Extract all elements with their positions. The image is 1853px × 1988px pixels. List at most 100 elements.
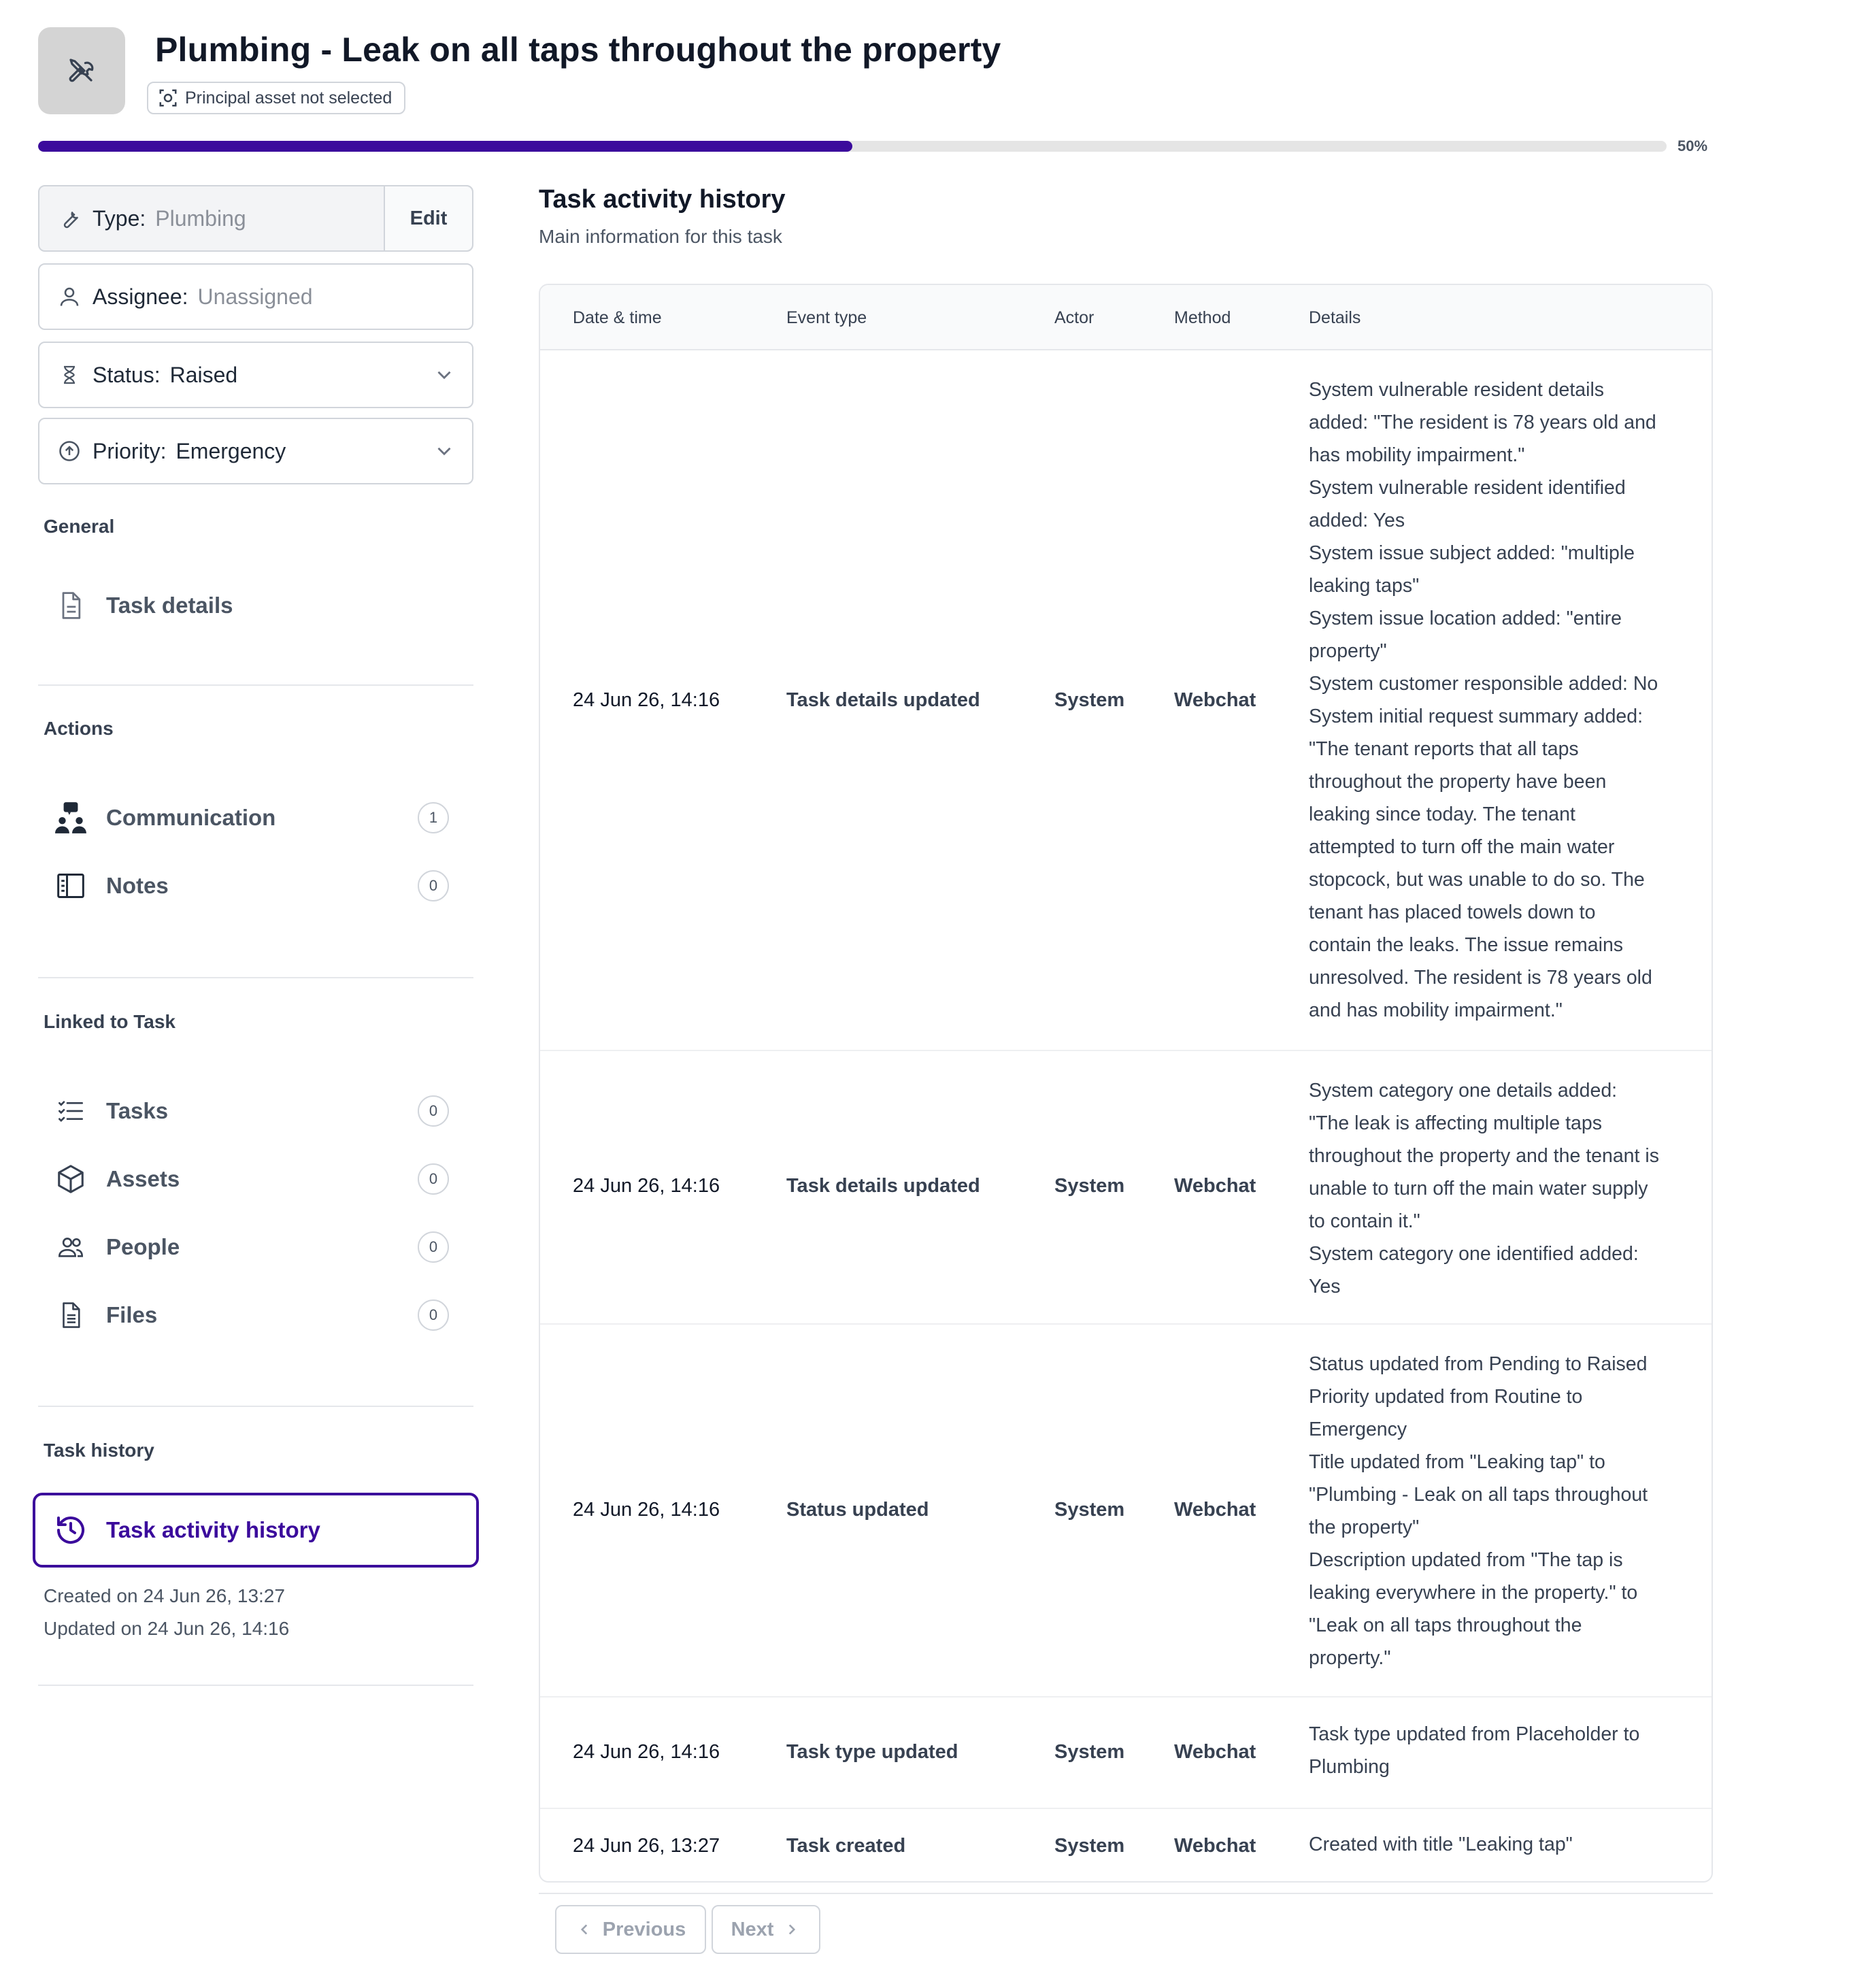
sidebar-item-people[interactable]: People 0 bbox=[38, 1220, 473, 1274]
details-line: Description updated from "The tap is bbox=[1309, 1549, 1623, 1571]
section-title-linked: Linked to Task bbox=[44, 1011, 176, 1032]
previous-label: Previous bbox=[602, 1918, 686, 1940]
created-on-text: Created on 24 Jun 26, 13:27 bbox=[44, 1585, 285, 1606]
details-line: throughout the property and the tenant i… bbox=[1309, 1145, 1659, 1167]
cell-method: Webchat bbox=[1174, 1175, 1256, 1197]
sidebar-divider bbox=[38, 1685, 473, 1686]
sidebar-item-label: Files bbox=[106, 1302, 158, 1327]
details-line: Priority updated from Routine to bbox=[1309, 1386, 1583, 1408]
sidebar-item-tasks[interactable]: Tasks 0 bbox=[38, 1084, 473, 1138]
task-progress-bar bbox=[38, 141, 1667, 152]
progress-percent-label: 50% bbox=[1677, 137, 1708, 154]
cell-details: System category one details added: "The l… bbox=[1309, 1074, 1697, 1303]
cell-method: Webchat bbox=[1174, 1741, 1256, 1763]
task-progress-fill bbox=[38, 141, 852, 152]
user-icon bbox=[56, 283, 83, 310]
updated-on-text: Updated on 24 Jun 26, 14:16 bbox=[44, 1618, 290, 1639]
status-select[interactable]: Status: Raised bbox=[38, 342, 473, 408]
next-label: Next bbox=[731, 1918, 774, 1940]
hourglass-icon bbox=[56, 361, 83, 388]
details-line: leaking everywhere in the property." to bbox=[1309, 1582, 1638, 1604]
count-badge: 0 bbox=[418, 1299, 449, 1331]
cell-details: Task type updated from Placeholder to Plu… bbox=[1309, 1718, 1697, 1783]
sidebar-item-label: People bbox=[106, 1234, 180, 1259]
cell-actor: System bbox=[1054, 689, 1125, 711]
priority-select[interactable]: Priority: Emergency bbox=[38, 418, 473, 484]
task-type-icon-box bbox=[38, 27, 125, 114]
sidebar-item-notes[interactable]: Notes 0 bbox=[38, 859, 473, 913]
previous-page-button[interactable]: Previous bbox=[555, 1905, 706, 1954]
count-badge: 0 bbox=[418, 1163, 449, 1195]
column-header-actor: Actor bbox=[1054, 308, 1095, 327]
sidebar-item-task-details[interactable]: Task details bbox=[38, 578, 473, 633]
cell-actor: System bbox=[1054, 1499, 1125, 1521]
cell-date: 24 Jun 26, 14:16 bbox=[573, 689, 720, 711]
sidebar-item-communication[interactable]: Communication 1 bbox=[38, 791, 473, 845]
wrench-icon bbox=[56, 205, 83, 232]
cell-method: Webchat bbox=[1174, 1835, 1256, 1857]
asset-pill-label: Principal asset not selected bbox=[185, 88, 393, 107]
column-header-details: Details bbox=[1309, 308, 1361, 327]
count-badge: 0 bbox=[418, 870, 449, 901]
tools-icon bbox=[69, 59, 94, 82]
details-line: "Plumbing - Leak on all taps throughout bbox=[1309, 1484, 1648, 1506]
sidebar-item-assets[interactable]: Assets 0 bbox=[38, 1152, 473, 1206]
sidebar-divider bbox=[38, 977, 473, 978]
cell-actor: System bbox=[1054, 1175, 1125, 1197]
notes-icon bbox=[53, 868, 88, 904]
details-line: Plumbing bbox=[1309, 1756, 1390, 1778]
sidebar-divider bbox=[38, 684, 473, 686]
sidebar-item-label: Task details bbox=[106, 593, 233, 618]
details-line: property." bbox=[1309, 1647, 1391, 1669]
sidebar-item-label: Tasks bbox=[106, 1098, 169, 1123]
cell-method: Webchat bbox=[1174, 689, 1256, 711]
details-line: System vulnerable resident identified bbox=[1309, 477, 1626, 499]
details-line: and has mobility impairment." bbox=[1309, 999, 1563, 1021]
details-line: leaking taps" bbox=[1309, 575, 1420, 597]
details-line: unable to turn off the main water supply bbox=[1309, 1178, 1648, 1199]
count-badge: 0 bbox=[418, 1095, 449, 1127]
cell-event-type: Task details updated bbox=[786, 689, 980, 711]
edit-type-button[interactable]: Edit bbox=[384, 186, 472, 250]
cell-event-type: Task created bbox=[786, 1835, 906, 1857]
arrow-up-circle-icon bbox=[56, 437, 83, 465]
sidebar-item-label: Task activity history bbox=[106, 1517, 320, 1542]
cell-date: 24 Jun 26, 14:16 bbox=[573, 1175, 720, 1197]
details-line: "The tenant reports that all taps bbox=[1309, 738, 1579, 760]
details-line: Title updated from "Leaking tap" to bbox=[1309, 1451, 1605, 1473]
sidebar-item-task-activity-history[interactable]: Task activity history bbox=[33, 1493, 479, 1568]
details-line: leaking since today. The tenant bbox=[1309, 804, 1575, 825]
details-line: unresolved. The resident is 78 years old bbox=[1309, 967, 1652, 989]
principal-asset-pill[interactable]: Principal asset not selected bbox=[147, 82, 406, 114]
checklist-icon bbox=[53, 1093, 88, 1129]
cell-actor: System bbox=[1054, 1741, 1125, 1763]
history-icon bbox=[53, 1512, 88, 1548]
details-line: property" bbox=[1309, 640, 1387, 662]
details-line: System issue location added: "entire bbox=[1309, 608, 1622, 629]
details-line: attempted to turn off the main water bbox=[1309, 836, 1615, 858]
next-page-button[interactable]: Next bbox=[712, 1905, 820, 1954]
pagination-divider bbox=[539, 1893, 1713, 1894]
cell-event-type: Status updated bbox=[786, 1499, 929, 1521]
details-line: System category one details added: bbox=[1309, 1080, 1618, 1101]
table-row: 24 Jun 26, 14:16 Task type updated Syste… bbox=[540, 1697, 1712, 1809]
details-line: to contain it." bbox=[1309, 1210, 1420, 1232]
file-icon bbox=[53, 1297, 88, 1333]
cell-details: System vulnerable resident details added:… bbox=[1309, 374, 1697, 1027]
section-title-general: General bbox=[44, 516, 115, 537]
details-line: System customer responsible added: No bbox=[1309, 673, 1658, 695]
chevron-left-icon bbox=[580, 1924, 587, 1935]
cell-date: 24 Jun 26, 14:16 bbox=[573, 1499, 720, 1521]
details-line: Created with title "Leaking tap" bbox=[1309, 1834, 1573, 1855]
cube-icon bbox=[53, 1161, 88, 1197]
assignee-field[interactable]: Assignee: Unassigned bbox=[38, 263, 473, 330]
table-header: Date & time Event type Actor Method Deta… bbox=[540, 285, 1712, 350]
people-icon bbox=[53, 1229, 88, 1265]
sidebar-item-files[interactable]: Files 0 bbox=[38, 1288, 473, 1342]
details-line: contain the leaks. The issue remains bbox=[1309, 934, 1624, 956]
communication-icon bbox=[53, 800, 88, 835]
details-line: System issue subject added: "multiple bbox=[1309, 542, 1635, 564]
activity-history-table: Date & time Event type Actor Method Deta… bbox=[539, 284, 1713, 1883]
section-title-history: Task history bbox=[44, 1440, 154, 1461]
table-row: 24 Jun 26, 14:16 Status updated System W… bbox=[540, 1325, 1712, 1697]
